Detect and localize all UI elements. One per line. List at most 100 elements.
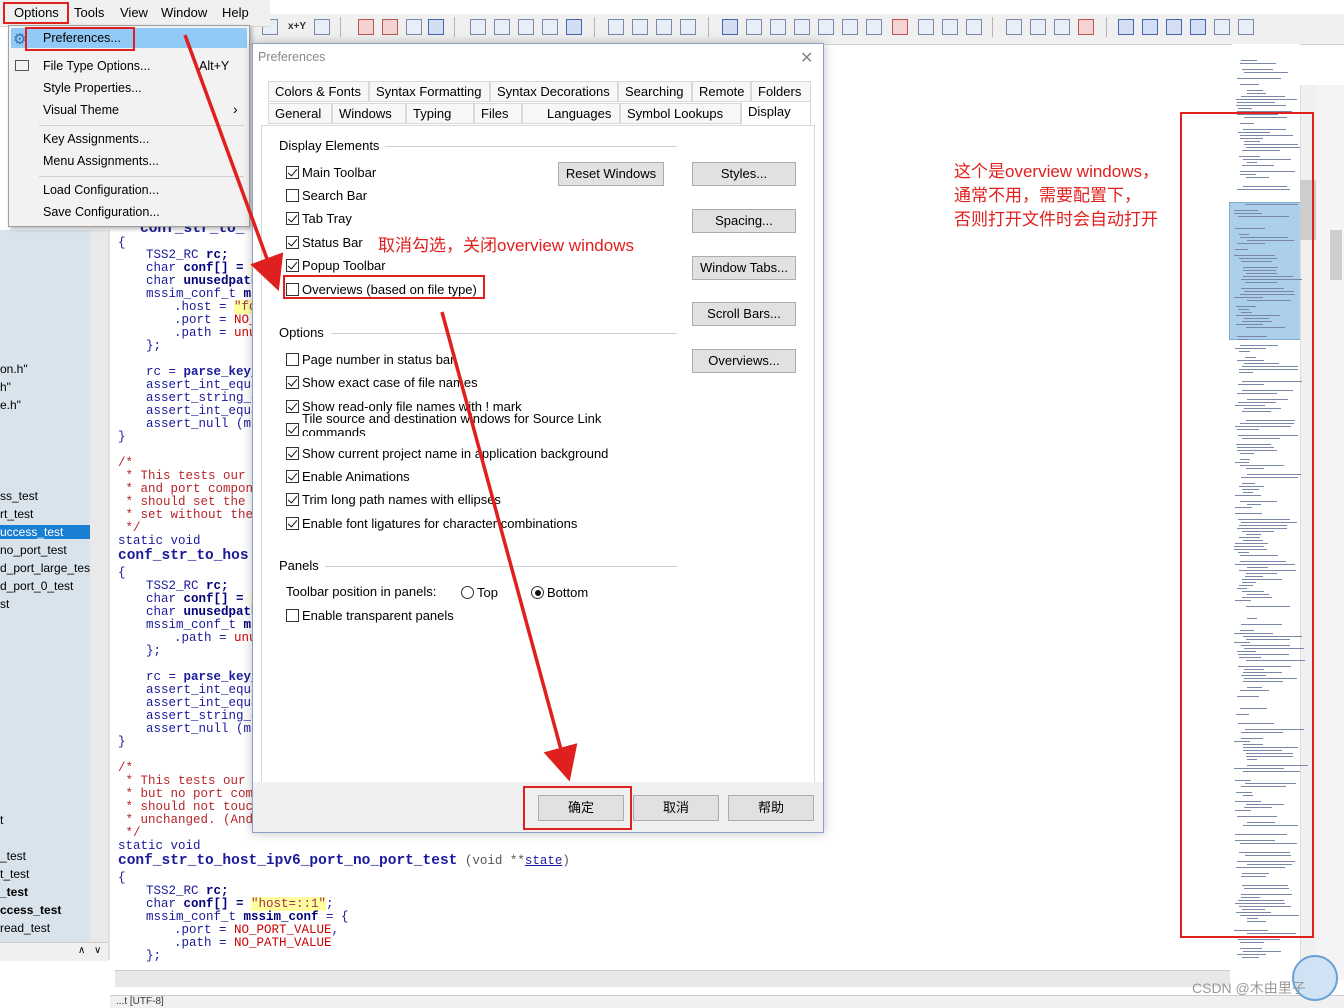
symbol-list-item[interactable]: t_test [0,867,29,881]
overview-line [1240,465,1284,466]
overview-line [1244,72,1288,73]
symbol-list-item[interactable]: st [0,597,9,611]
symbol-list-item[interactable]: on.h" [0,362,28,376]
overview-line [1243,540,1263,541]
symbol-list-item[interactable]: t [0,813,3,827]
overview-line [1235,249,1248,250]
overview-line [1241,279,1302,280]
overview-line [1242,150,1280,151]
overview-line [1245,729,1304,730]
overview-line [1241,477,1298,478]
overview-line [1242,957,1259,958]
overview-line [1235,840,1275,841]
symbol-list-item[interactable]: d_port_0_test [0,579,73,593]
overview-line [1247,765,1308,766]
overview-line [1240,294,1295,295]
overview-line [1234,642,1250,643]
annotation-uncheck-note: 取消勾选，关闭overview windows [378,236,634,255]
overview-line [1243,267,1278,268]
overview-line [1237,111,1292,112]
overview-line [1240,174,1256,175]
overview-line [1235,426,1291,427]
symbol-list-item[interactable]: d_port_large_tes [0,561,90,575]
symbol-list-item[interactable]: e.h" [0,398,21,412]
overview-line [1240,942,1264,943]
overview-line [1242,411,1271,412]
symbol-list-item[interactable]: h" [0,380,11,394]
overview-line [1240,63,1276,64]
overview-line [1238,339,1249,340]
overview-line [1235,348,1266,349]
overview-line [1237,447,1274,448]
overview-line [1240,708,1267,709]
overview-line [1237,954,1266,955]
overview-line [1240,561,1286,562]
overview-line [1245,576,1263,577]
overview-line [1242,165,1274,166]
overview-line [1239,525,1287,526]
overview-line [1242,381,1302,382]
overview-line [1234,213,1262,214]
overview-line [1236,105,1286,106]
symbol-list-item[interactable]: _test [0,849,26,863]
overview-line [1239,369,1298,370]
overview-line [1237,393,1277,394]
overview-line [1241,645,1290,646]
overview-line [1236,714,1249,715]
overview-line [1243,492,1253,493]
symbol-list-item[interactable]: ccess_test [0,903,61,917]
overview-line [1235,810,1251,811]
symbol-list-item[interactable]: rt_test [0,507,33,521]
overview-line [1241,894,1292,895]
overview-line [1243,750,1282,751]
annotation-overview-note-2: 通常不用，需要配置下， [954,186,1141,205]
overview-line [1235,780,1251,781]
overview-line [1239,156,1260,157]
overview-line [1236,444,1271,445]
overview-line [1243,186,1287,187]
overview-line [1243,636,1302,637]
overview-line [1238,519,1290,520]
symbol-list-item[interactable]: ss_test [0,489,38,503]
symbol-list-item[interactable]: read_test [0,921,50,935]
overview-line [1240,459,1250,460]
overview-line [1241,60,1257,61]
symbol-list-item[interactable]: uccess_test [0,525,90,539]
overview-line [1240,501,1277,502]
overview-line [1246,534,1261,535]
overview-line [1237,450,1277,451]
overview-line [1247,594,1269,595]
overview-line [1244,648,1304,649]
overview-line [1238,216,1289,217]
overview-line [1240,555,1278,556]
overview-line [1239,906,1291,907]
symbol-list-item[interactable]: no_port_test [0,543,67,557]
overview-line [1239,351,1250,352]
overview-line [1235,228,1265,229]
overview-line [1234,768,1284,769]
overview-line [1246,468,1264,469]
overview-line [1244,678,1297,679]
overview-line [1244,291,1294,292]
overview-line [1245,855,1291,856]
overview-line [1238,552,1249,553]
overview-line [1234,297,1263,298]
overview-line [1246,639,1290,640]
overview-line [1237,651,1256,652]
overview-line [1242,321,1272,322]
overview-line [1235,462,1249,463]
overview-line [1244,888,1289,889]
overview-line [1235,543,1268,544]
overview-line [1238,939,1280,940]
overview-line [1247,864,1292,865]
overview-line [1242,366,1298,367]
overview-line [1238,723,1274,724]
overview-line [1241,522,1297,523]
overview-line [1234,210,1258,211]
overview-line [1239,657,1261,658]
symbol-list-item[interactable]: _test [0,885,28,899]
overview-line [1247,759,1257,760]
overview-line [1241,288,1284,289]
overview-line [1238,384,1264,385]
overview-line [1242,489,1259,490]
